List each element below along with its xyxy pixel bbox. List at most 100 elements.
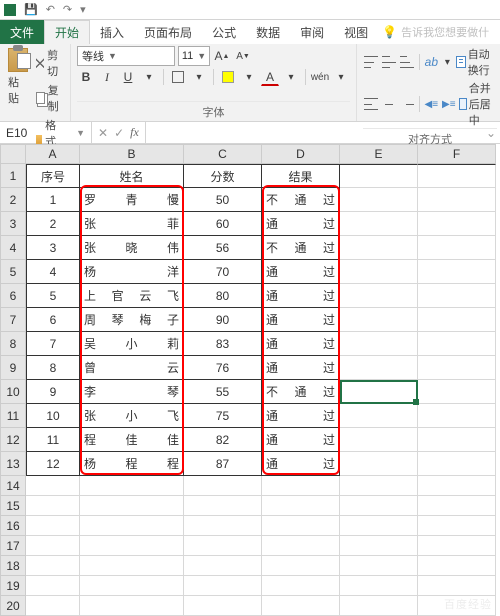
cell[interactable]: 70 — [184, 260, 262, 284]
tab-home[interactable]: 开始 — [44, 20, 90, 44]
cell[interactable]: 张小飞 — [80, 404, 184, 428]
cell[interactable] — [418, 452, 496, 476]
cell[interactable] — [340, 164, 418, 188]
cell[interactable] — [340, 188, 418, 212]
column-header-A[interactable]: A — [26, 144, 80, 164]
cell[interactable]: 9 — [26, 380, 80, 404]
fill-color-dropdown[interactable]: ▾ — [240, 68, 258, 86]
cell[interactable] — [262, 516, 340, 536]
cell[interactable]: 通过 — [262, 404, 340, 428]
cell[interactable] — [340, 476, 418, 496]
cell[interactable] — [184, 496, 262, 516]
cell[interactable]: 5 — [26, 284, 80, 308]
enter-formula-button[interactable]: ✓ — [114, 126, 124, 140]
cell[interactable]: 通过 — [262, 452, 340, 476]
cell[interactable] — [80, 596, 184, 616]
row-header[interactable]: 13 — [0, 452, 26, 476]
cell[interactable]: 李琴 — [80, 380, 184, 404]
cell[interactable]: 7 — [26, 332, 80, 356]
cell[interactable] — [262, 576, 340, 596]
cell[interactable] — [262, 596, 340, 616]
tab-formulas[interactable]: 公式 — [202, 20, 246, 44]
column-header-D[interactable]: D — [262, 144, 340, 164]
qat-undo[interactable]: ↶ — [46, 3, 55, 16]
cell[interactable] — [80, 476, 184, 496]
cell[interactable] — [184, 576, 262, 596]
cell[interactable] — [340, 212, 418, 236]
cell[interactable]: 60 — [184, 212, 262, 236]
underline-dropdown[interactable]: ▾ — [140, 68, 158, 86]
tab-view[interactable]: 视图 — [334, 20, 378, 44]
cell[interactable] — [262, 556, 340, 576]
cell[interactable] — [26, 496, 80, 516]
column-header-F[interactable]: F — [418, 144, 496, 164]
phonetic-dropdown[interactable]: ▾ — [332, 68, 350, 86]
paste-button[interactable]: 粘贴 — [6, 46, 30, 108]
align-middle-button[interactable] — [381, 53, 397, 71]
fill-color-button[interactable] — [219, 68, 237, 86]
row-header[interactable]: 5 — [0, 260, 26, 284]
cell[interactable] — [184, 596, 262, 616]
font-size-combo[interactable]: 11▼ — [178, 46, 210, 66]
font-color-button[interactable]: A — [261, 68, 279, 86]
cell[interactable]: 55 — [184, 380, 262, 404]
tab-data[interactable]: 数据 — [246, 20, 290, 44]
cell[interactable]: 姓名 — [80, 164, 184, 188]
cell[interactable]: 通过 — [262, 356, 340, 380]
cell[interactable]: 90 — [184, 308, 262, 332]
font-name-combo[interactable]: 等线▼ — [77, 46, 175, 66]
cell[interactable]: 80 — [184, 284, 262, 308]
cell[interactable]: 1 — [26, 188, 80, 212]
cell[interactable]: 不通过 — [262, 380, 340, 404]
cell[interactable] — [184, 556, 262, 576]
cell[interactable] — [80, 556, 184, 576]
cell[interactable] — [26, 476, 80, 496]
cell[interactable] — [184, 536, 262, 556]
cell[interactable] — [184, 516, 262, 536]
row-header[interactable]: 12 — [0, 428, 26, 452]
font-color-dropdown[interactable]: ▾ — [282, 68, 300, 86]
cell[interactable] — [26, 556, 80, 576]
cell[interactable] — [80, 496, 184, 516]
cell[interactable]: 不通过 — [262, 236, 340, 260]
select-all-corner[interactable] — [0, 144, 26, 164]
expand-formula-bar[interactable]: ⌄ — [482, 122, 500, 143]
cell[interactable] — [340, 308, 418, 332]
cell[interactable] — [26, 516, 80, 536]
cell[interactable]: 82 — [184, 428, 262, 452]
row-header[interactable]: 11 — [0, 404, 26, 428]
cell[interactable]: 3 — [26, 236, 80, 260]
cell[interactable]: 56 — [184, 236, 262, 260]
row-header[interactable]: 18 — [0, 556, 26, 576]
cell[interactable] — [340, 284, 418, 308]
qat-customize[interactable]: ▾ — [80, 3, 86, 16]
row-header[interactable]: 17 — [0, 536, 26, 556]
cell[interactable] — [418, 380, 496, 404]
cell[interactable] — [340, 596, 418, 616]
row-header[interactable]: 16 — [0, 516, 26, 536]
row-header[interactable]: 10 — [0, 380, 26, 404]
cell[interactable]: 通过 — [262, 308, 340, 332]
cell[interactable] — [418, 516, 496, 536]
cell[interactable]: 75 — [184, 404, 262, 428]
row-header[interactable]: 8 — [0, 332, 26, 356]
column-header-B[interactable]: B — [80, 144, 184, 164]
cell[interactable] — [340, 516, 418, 536]
cell[interactable] — [262, 496, 340, 516]
cell[interactable]: 分数 — [184, 164, 262, 188]
cell[interactable] — [418, 476, 496, 496]
cell[interactable] — [418, 356, 496, 380]
cell[interactable]: 杨程程 — [80, 452, 184, 476]
cell[interactable]: 通过 — [262, 260, 340, 284]
cell[interactable]: 序号 — [26, 164, 80, 188]
cell[interactable]: 张晓伟 — [80, 236, 184, 260]
cell[interactable]: 2 — [26, 212, 80, 236]
cell[interactable]: 周琴梅子 — [80, 308, 184, 332]
cell[interactable] — [418, 404, 496, 428]
tab-page-layout[interactable]: 页面布局 — [134, 20, 202, 44]
orientation-dropdown[interactable]: ▾ — [441, 53, 454, 71]
cell[interactable]: 程佳佳 — [80, 428, 184, 452]
align-center-button[interactable] — [381, 95, 397, 113]
name-box[interactable]: E10▼ — [0, 122, 92, 143]
underline-button[interactable]: U — [119, 68, 137, 86]
